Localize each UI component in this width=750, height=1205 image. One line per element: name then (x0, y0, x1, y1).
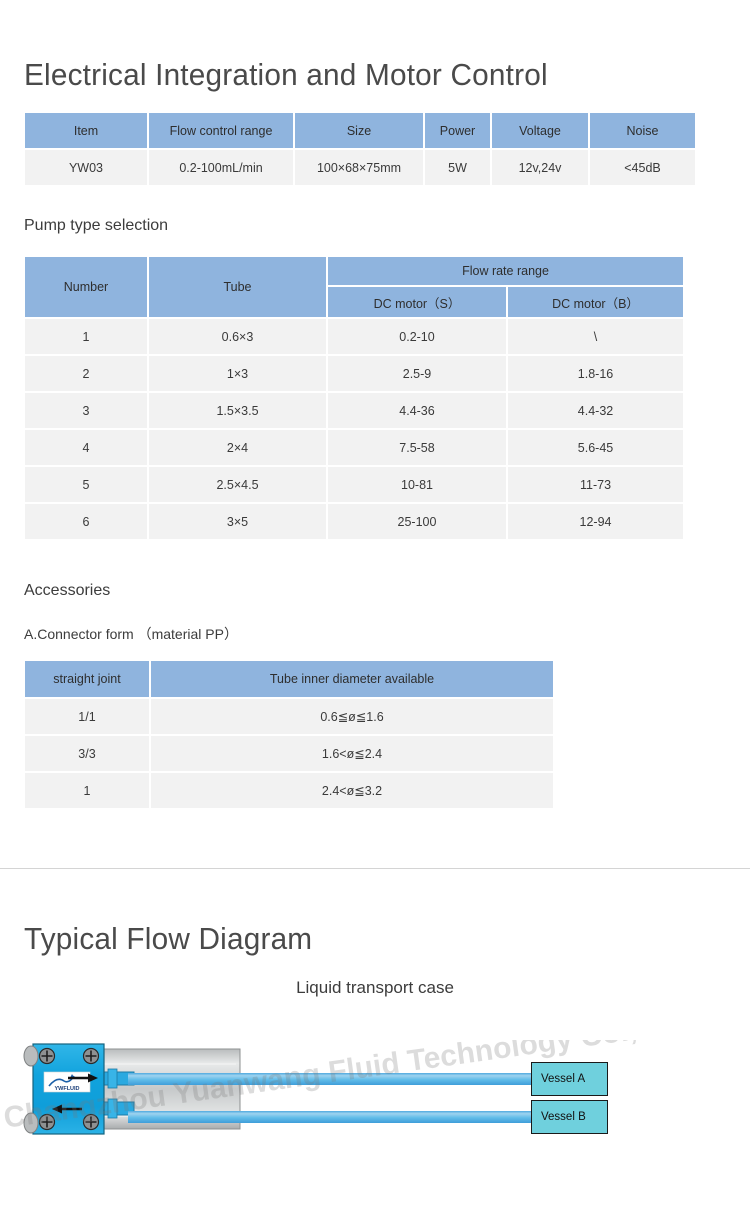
ywfluid-logo: YWFLUID (43, 1071, 91, 1093)
table-row: 1 2.4<ø≦3.2 (25, 773, 553, 808)
specs-table: Item Flow control range Size Power Volta… (23, 111, 697, 187)
pump-head-icon: YWFLUID (23, 1043, 105, 1135)
cell-tube: 3×5 (149, 504, 326, 539)
table-row: 5 2.5×4.5 10-81 11-73 (25, 467, 684, 502)
cell-size: 100×68×75mm (295, 150, 423, 185)
cell-straight-joint: 1/1 (25, 699, 149, 734)
table-row: YW03 0.2-100mL/min 100×68×75mm 5W 12v,24… (25, 150, 695, 185)
col-header-dc-motor-b: DC motor（B） (508, 287, 684, 317)
vessel-b-label: Vessel B (541, 1111, 586, 1123)
table-row: 1 0.6×3 0.2-10 \ (25, 319, 684, 354)
cell-tube: 2×4 (149, 430, 326, 465)
col-header-flow-control-range: Flow control range (149, 113, 293, 148)
cell-dc-motor-b: 5.6-45 (508, 430, 684, 465)
cell-straight-joint: 3/3 (25, 736, 149, 771)
cell-number: 6 (25, 504, 147, 539)
col-header-voltage: Voltage (492, 113, 588, 148)
col-header-tube: Tube (149, 257, 326, 317)
col-header-size: Size (295, 113, 423, 148)
cell-dc-motor-s: 0.2-10 (328, 319, 506, 354)
flow-diagram-caption: Liquid transport case (296, 978, 454, 997)
cell-dc-motor-s: 2.5-9 (328, 356, 506, 391)
table-row: 3/3 1.6<ø≦2.4 (25, 736, 553, 771)
vessel-a-label: Vessel A (541, 1073, 586, 1085)
table-header-row: Item Flow control range Size Power Volta… (25, 113, 695, 148)
cell-number: 2 (25, 356, 147, 391)
cell-dc-motor-b: 12-94 (508, 504, 684, 539)
cell-number: 1 (25, 319, 147, 354)
col-header-dc-motor-s: DC motor（S） (328, 287, 506, 317)
accessories-heading: Accessories (24, 582, 111, 599)
col-header-power: Power (425, 113, 490, 148)
cell-tube: 0.6×3 (149, 319, 326, 354)
connector-form-heading: A.Connector form （material PP） (24, 626, 238, 642)
pump-type-table: Number Tube Flow rate range DC motor（S） … (23, 255, 685, 541)
cell-dc-motor-s: 7.5-58 (328, 430, 506, 465)
table-row: 3 1.5×3.5 4.4-36 4.4-32 (25, 393, 684, 428)
vessel-b-box: Vessel B (531, 1100, 608, 1134)
page-title-electrical: Electrical Integration and Motor Control (24, 57, 548, 92)
cell-number: 4 (25, 430, 147, 465)
vessel-a-box: Vessel A (531, 1062, 608, 1096)
cell-straight-joint: 1 (25, 773, 149, 808)
table-header-row: straight joint Tube inner diameter avail… (25, 661, 553, 697)
col-header-noise: Noise (590, 113, 695, 148)
cell-dc-motor-s: 25-100 (328, 504, 506, 539)
page-title-flow-diagram: Typical Flow Diagram (24, 921, 313, 956)
col-header-tube-inner-diameter: Tube inner diameter available (151, 661, 553, 697)
cell-tube-inner-diameter: 1.6<ø≦2.4 (151, 736, 553, 771)
cell-dc-motor-s: 10-81 (328, 467, 506, 502)
cell-dc-motor-s: 4.4-36 (328, 393, 506, 428)
table-header-row-top: Number Tube Flow rate range (25, 257, 684, 317)
flow-diagram-illustration: YWFLUID (23, 1043, 534, 1135)
tube-to-vessel-b (128, 1111, 534, 1123)
cell-tube: 1.5×3.5 (149, 393, 326, 428)
cell-item: YW03 (25, 150, 147, 185)
cell-number: 3 (25, 393, 147, 428)
svg-text:YWFLUID: YWFLUID (54, 1086, 79, 1092)
table-row: 4 2×4 7.5-58 5.6-45 (25, 430, 684, 465)
table-row: 2 1×3 2.5-9 1.8-16 (25, 356, 684, 391)
col-header-item: Item (25, 113, 147, 148)
connector-table: straight joint Tube inner diameter avail… (23, 659, 555, 810)
cell-tube-inner-diameter: 0.6≦ø≦1.6 (151, 699, 553, 734)
tube-to-vessel-a (128, 1073, 534, 1085)
col-header-number: Number (25, 257, 147, 317)
col-header-straight-joint: straight joint (25, 661, 149, 697)
cell-dc-motor-b: 11-73 (508, 467, 684, 502)
cell-voltage: 12v,24v (492, 150, 588, 185)
cell-tube-inner-diameter: 2.4<ø≦3.2 (151, 773, 553, 808)
cell-dc-motor-b: 4.4-32 (508, 393, 684, 428)
cell-tube: 1×3 (149, 356, 326, 391)
cell-tube: 2.5×4.5 (149, 467, 326, 502)
table-row: 6 3×5 25-100 12-94 (25, 504, 684, 539)
cell-number: 5 (25, 467, 147, 502)
cell-dc-motor-b: 1.8-16 (508, 356, 684, 391)
col-header-flow-rate-range: Flow rate range (328, 257, 684, 285)
pump-type-selection-heading: Pump type selection (24, 217, 169, 234)
cell-dc-motor-b: \ (508, 319, 684, 354)
cell-noise: <45dB (590, 150, 695, 185)
table-row: 1/1 0.6≦ø≦1.6 (25, 699, 553, 734)
section-divider (0, 868, 750, 869)
cell-flow-control-range: 0.2-100mL/min (149, 150, 293, 185)
cell-power: 5W (425, 150, 490, 185)
